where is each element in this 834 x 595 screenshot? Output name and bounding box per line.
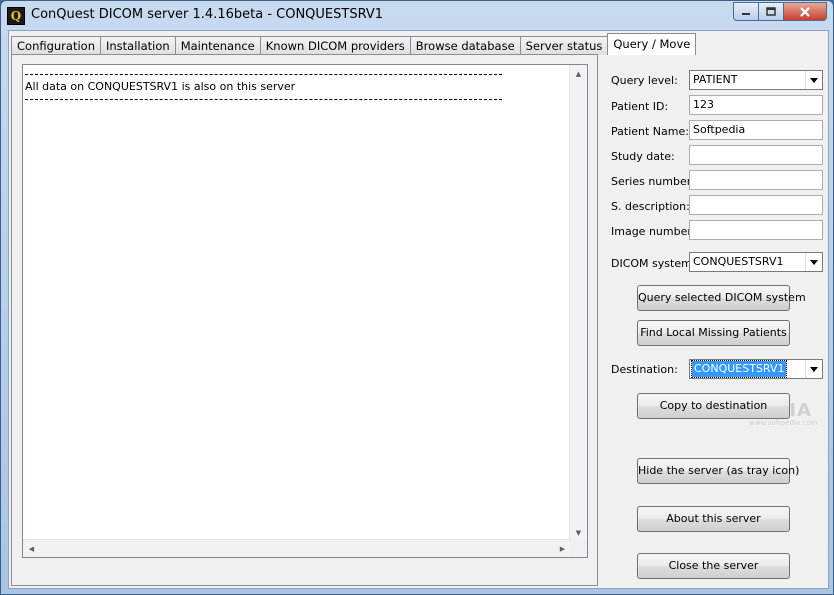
scroll-up-icon[interactable]: ▲	[570, 65, 587, 82]
s-description-label: S. description:	[611, 200, 690, 213]
dicom-system-select[interactable]: CONQUESTSRV1	[689, 252, 823, 272]
study-date-input[interactable]	[689, 145, 823, 165]
log-output[interactable]: All data on CONQUESTSRV1 is also on this…	[22, 64, 588, 558]
title-bar[interactable]: Q ConQuest DICOM server 1.4.16beta - CON…	[1, 1, 833, 29]
series-number-label: Series number:	[611, 175, 695, 188]
patient-id-label: Patient ID:	[611, 100, 669, 113]
query-level-label: Query level:	[611, 74, 678, 87]
minimize-icon	[742, 12, 750, 15]
app-q-icon[interactable]: Q	[7, 7, 25, 25]
patient-id-input[interactable]: 123	[689, 95, 823, 115]
horizontal-scrollbar[interactable]: ◀ ▶	[23, 539, 571, 557]
study-date-label: Study date:	[611, 150, 675, 163]
window-title: ConQuest DICOM server 1.4.16beta - CONQU…	[31, 7, 384, 22]
log-separator	[25, 99, 502, 100]
dicom-system-value: CONQUESTSRV1	[693, 255, 784, 268]
tab-configuration[interactable]: Configuration	[11, 36, 101, 55]
scroll-down-icon[interactable]: ▼	[570, 524, 587, 541]
patient-name-label: Patient Name:	[611, 125, 689, 138]
hide-server-button[interactable]: Hide the server (as tray icon)	[637, 458, 799, 484]
tab-maintenance[interactable]: Maintenance	[174, 36, 261, 55]
destination-label: Destination:	[611, 363, 678, 376]
log-lines: All data on CONQUESTSRV1 is also on this…	[25, 68, 502, 100]
close-server-button[interactable]: Close the server	[637, 553, 790, 579]
about-server-button[interactable]: About this server	[637, 506, 790, 532]
copy-to-destination-button[interactable]: Copy to destination	[637, 393, 790, 419]
maximize-button[interactable]	[759, 2, 784, 21]
destination-value: CONQUESTSRV1	[690, 360, 788, 378]
find-missing-patients-button[interactable]: Find Local Missing Patients	[637, 320, 790, 346]
series-number-input[interactable]	[689, 170, 823, 190]
tab-known-dicom-providers[interactable]: Known DICOM providers	[259, 36, 411, 55]
s-description-input[interactable]	[689, 195, 823, 215]
minimize-button[interactable]	[733, 2, 759, 21]
window-controls	[733, 2, 827, 21]
tab-browse-database[interactable]: Browse database	[409, 36, 521, 55]
app-window: Q ConQuest DICOM server 1.4.16beta - CON…	[0, 0, 834, 595]
scrollbar-corner	[570, 540, 587, 557]
close-button[interactable]	[784, 2, 827, 21]
watermark-url: www.softpedia.com	[749, 419, 818, 427]
image-number-label: Image number:	[611, 225, 696, 238]
image-number-input[interactable]	[689, 220, 823, 240]
destination-select[interactable]: CONQUESTSRV1	[689, 359, 823, 379]
chevron-down-icon[interactable]	[805, 253, 822, 271]
patient-name-input[interactable]: Softpedia	[689, 120, 823, 140]
tab-server-status[interactable]: Server status	[519, 36, 609, 55]
scroll-right-icon[interactable]: ▶	[554, 540, 571, 557]
scroll-left-icon[interactable]: ◀	[23, 540, 40, 557]
maximize-icon	[766, 7, 776, 16]
tab-query-move[interactable]: Query / Move	[607, 33, 697, 55]
query-form: Query level: PATIENT Patient ID: 123 Pat…	[599, 54, 826, 586]
vertical-scrollbar[interactable]: ▲ ▼	[569, 65, 587, 541]
close-icon	[800, 6, 810, 17]
tab-strip: Configuration Installation Maintenance K…	[11, 33, 697, 55]
client-area: Configuration Installation Maintenance K…	[8, 30, 829, 589]
dicom-system-label: DICOM system:	[611, 257, 696, 270]
query-level-value: PATIENT	[693, 73, 738, 86]
chevron-down-icon[interactable]	[805, 360, 822, 378]
tab-installation[interactable]: Installation	[100, 36, 176, 55]
log-separator	[25, 74, 502, 75]
chevron-down-icon[interactable]	[805, 71, 822, 89]
query-level-select[interactable]: PATIENT	[689, 70, 823, 90]
query-selected-button[interactable]: Query selected DICOM system	[637, 285, 806, 311]
log-line: All data on CONQUESTSRV1 is also on this…	[25, 80, 296, 93]
